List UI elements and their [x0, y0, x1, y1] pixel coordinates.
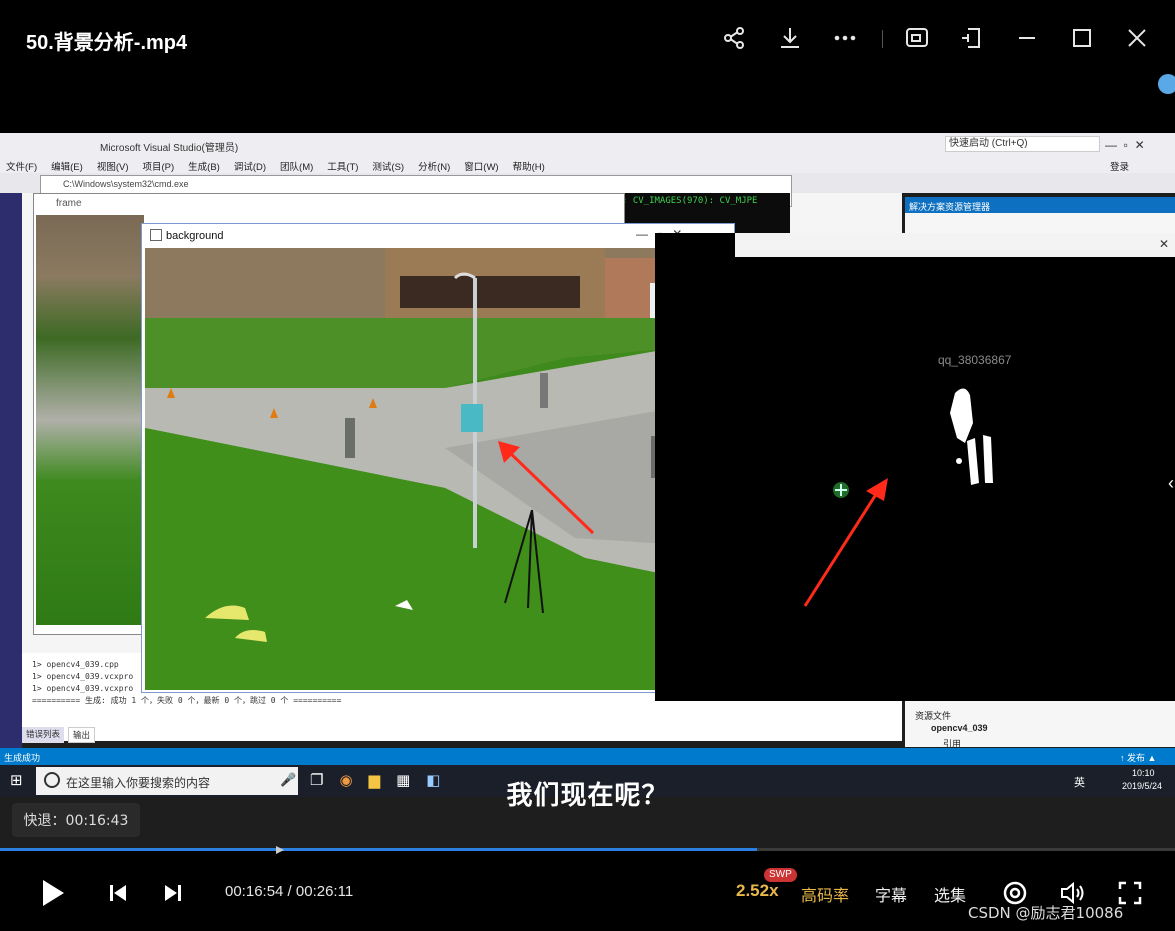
vs-login[interactable]: 登录	[1110, 159, 1129, 173]
video-title: 50.背景分析-.mp4	[26, 32, 188, 54]
vs-menu-item[interactable]: 视图(V)	[97, 159, 129, 173]
app-icon	[150, 229, 162, 241]
vs-titlebar: Microsoft Visual Studio(管理员) 快速启动 (Ctrl+…	[0, 133, 1175, 155]
vs-menu-item[interactable]: 项目(P)	[142, 159, 174, 173]
more-icon[interactable]	[831, 24, 859, 52]
subtitle-text: 我们现在呢？	[506, 781, 669, 811]
pip-icon[interactable]	[903, 24, 931, 52]
download-icon[interactable]	[776, 24, 804, 52]
vs-title: Microsoft Visual Studio(管理员)	[100, 143, 239, 154]
status-text: 生成成功	[4, 753, 41, 763]
red-arrow	[803, 478, 888, 607]
swp-badge: SWP	[764, 868, 797, 882]
minimize-icon[interactable]	[1013, 24, 1041, 52]
speed-button[interactable]: 2.52x	[736, 881, 779, 901]
vs-menu-item[interactable]: 工具(T)	[327, 159, 358, 173]
progress-fill	[0, 848, 757, 851]
share-icon[interactable]	[720, 24, 748, 52]
vs-side-tabs	[0, 193, 22, 793]
solution-item[interactable]: opencv4_039	[931, 723, 988, 733]
episodes-button[interactable]: 选集	[934, 882, 966, 906]
play-button[interactable]	[36, 876, 70, 910]
vs-solution-header: 解决方案资源管理器	[905, 197, 1175, 213]
frame-image	[36, 215, 144, 625]
vs-status-bar: 生成成功 ↑ 发布 ▲	[0, 748, 1175, 765]
frame-title: frame	[56, 198, 82, 209]
vs-menu-item[interactable]: 分析(N)	[418, 159, 450, 173]
pin-icon[interactable]	[958, 24, 986, 52]
tab-error-list[interactable]: 错误列表	[22, 727, 65, 743]
cmd-text: : CV_IMAGES(970): CV_MJPE	[622, 196, 758, 206]
vs-menu-item[interactable]: 调试(D)	[234, 159, 266, 173]
background-titlebar: background — ▫ ✕	[142, 224, 734, 248]
video-frame[interactable]: Microsoft Visual Studio(管理员) 快速启动 (Ctrl+…	[0, 133, 1175, 848]
vs-window-controls[interactable]: — ▫ ✕	[1105, 138, 1145, 152]
next-button[interactable]	[159, 876, 187, 910]
vs-menu-item[interactable]: 团队(M)	[280, 159, 313, 173]
quality-button[interactable]: 高码率	[801, 882, 849, 906]
previous-button[interactable]	[104, 876, 132, 910]
progress-marker-icon[interactable]	[276, 846, 284, 854]
solution-header-label: 解决方案资源管理器	[909, 202, 991, 212]
next-icon	[165, 885, 181, 901]
solution-item[interactable]: 资源文件	[915, 709, 951, 722]
time-display: 00:16:54 / 00:26:11	[225, 883, 354, 900]
mask-titlebar: ✕	[735, 233, 1175, 257]
floating-ball-icon[interactable]	[1158, 74, 1175, 94]
subtitles-button[interactable]: 字幕	[875, 882, 907, 906]
vs-menu-item[interactable]: 文件(F)	[6, 159, 37, 173]
rewind-toast: 快退：00:16:43	[12, 803, 140, 837]
divider	[882, 30, 883, 48]
output-line: ========== 生成: 成功 1 个，失败 0 个，最新 0 个，跳过 0…	[32, 696, 342, 705]
background-window: background — ▫ ✕	[141, 223, 735, 693]
vs-menu-item[interactable]: 生成(B)	[188, 159, 220, 173]
vs-menu-item[interactable]: 帮助(H)	[513, 159, 545, 173]
vs-menu-item[interactable]: 编辑(E)	[51, 159, 83, 173]
source-credit: CSDN @励志君10086	[968, 904, 1124, 922]
background-image	[145, 248, 731, 690]
vs-menu-item[interactable]: 测试(S)	[372, 159, 404, 173]
mask-watermark: qq_38036867	[938, 353, 1012, 367]
tab-output[interactable]: 输出	[68, 727, 96, 743]
close-icon[interactable]	[1123, 24, 1151, 52]
vs-menu-item[interactable]: 窗口(W)	[464, 159, 498, 173]
red-arrow	[498, 441, 595, 535]
cmd-title: C:\Windows\system32\cmd.exe	[63, 179, 189, 189]
vs-menu[interactable]: 文件(F) 编辑(E) 视图(V) 项目(P) 生成(B) 调试(D) 团队(M) 工具(T)…	[6, 159, 545, 173]
foreground-mask-window: ✕ ‹	[655, 233, 1175, 701]
mask-blob	[950, 388, 993, 485]
vs-quick-launch[interactable]: 快速启动 (Ctrl+Q)	[945, 136, 1100, 152]
play-icon	[43, 880, 64, 906]
next-arrow-icon[interactable]: ‹	[1168, 473, 1174, 494]
maximize-icon[interactable]	[1068, 24, 1096, 52]
previous-icon	[110, 885, 126, 901]
background-title: background	[166, 230, 224, 242]
vs-menubar: 文件(F) 编辑(E) 视图(V) 项目(P) 生成(B) 调试(D) 团队(M) 工具(T)…	[0, 155, 1175, 173]
mask-close[interactable]: ✕	[1159, 237, 1169, 251]
publish-button[interactable]: ↑ 发布 ▲	[1120, 751, 1156, 764]
